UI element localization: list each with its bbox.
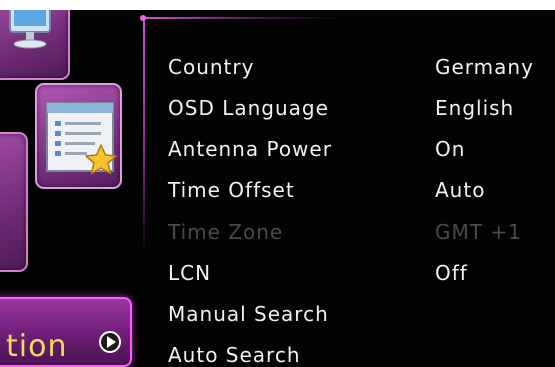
menu-row-value: English (435, 96, 515, 120)
menu-row-value: Off (435, 261, 468, 285)
menu-row-label: Time Offset (168, 178, 295, 202)
menu-row-osd-language[interactable]: OSD Language English (160, 96, 550, 126)
menu-row-country[interactable]: Country Germany (160, 55, 550, 85)
settings-menu-panel: tion Country Germany OSD Language Englis… (0, 10, 555, 367)
menu-row-manual-search[interactable]: Manual Search (160, 302, 550, 332)
menu-row-value: Germany (435, 55, 534, 79)
menu-row-value: GMT +1 (435, 220, 522, 244)
menu-row-value: Auto (435, 178, 486, 202)
menu-row-time-zone: Time Zone GMT +1 (160, 220, 550, 250)
menu-row-auto-search[interactable]: Auto Search (160, 343, 550, 367)
tv-screen: tion Country Germany OSD Language Englis… (0, 0, 555, 367)
menu-list: Country Germany OSD Language English Ant… (0, 10, 555, 367)
menu-row-lcn[interactable]: LCN Off (160, 261, 550, 291)
menu-row-time-offset[interactable]: Time Offset Auto (160, 178, 550, 208)
menu-row-antenna-power[interactable]: Antenna Power On (160, 137, 550, 167)
menu-row-label: Time Zone (168, 220, 284, 244)
menu-row-value: On (435, 137, 466, 161)
menu-row-label: Manual Search (168, 302, 329, 326)
menu-row-label: Auto Search (168, 343, 301, 367)
menu-row-label: OSD Language (168, 96, 329, 120)
menu-row-label: Country (168, 55, 255, 79)
menu-row-label: Antenna Power (168, 137, 332, 161)
menu-row-label: LCN (168, 261, 212, 285)
